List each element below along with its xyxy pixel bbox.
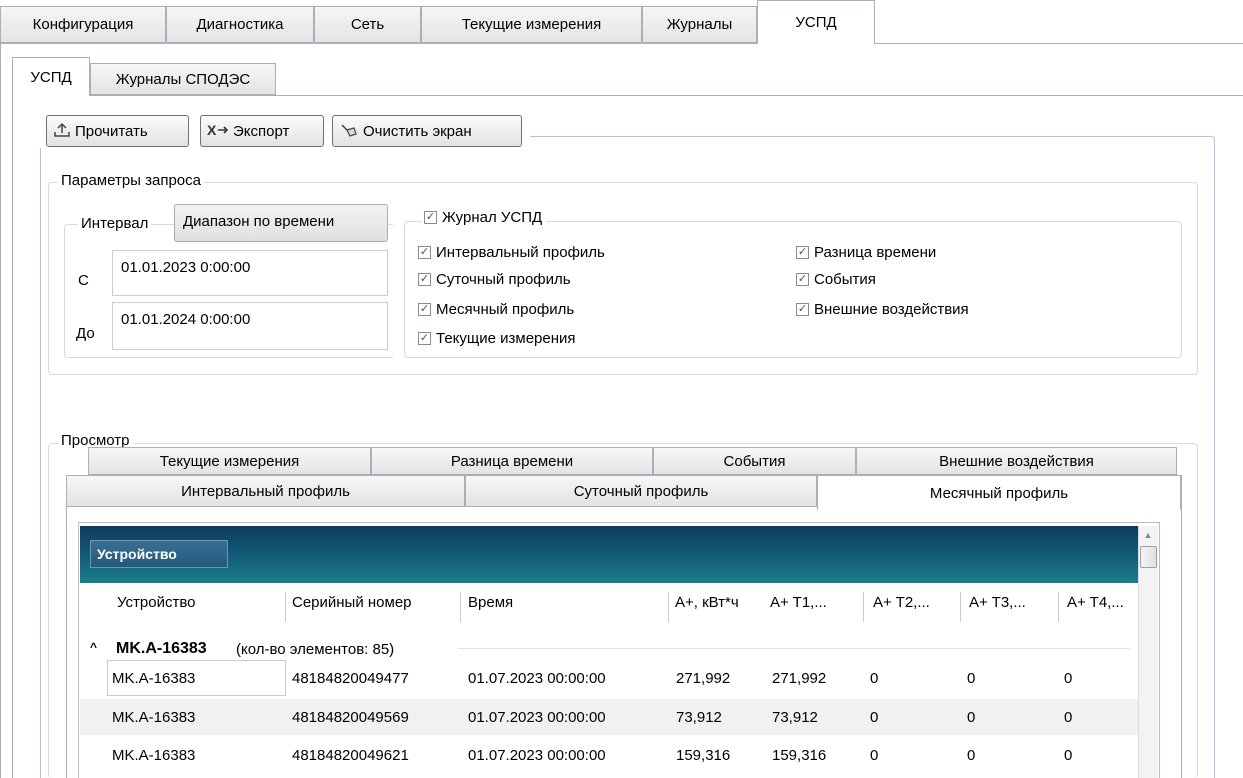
checkbox-label: События [814, 271, 876, 288]
column-header-time[interactable]: Время [468, 594, 513, 611]
column-header-device[interactable]: Устройство [117, 594, 195, 611]
cell-a-plus: 73,912 [676, 709, 722, 726]
checkbox-label: Текущие измерения [436, 330, 576, 347]
clear-screen-button[interactable]: Очистить экран [332, 115, 522, 147]
cell-time: 01.07.2023 00:00:00 [468, 670, 606, 687]
cell-a-plus-t2: 0 [870, 747, 879, 764]
checkbox-monthly-profile[interactable]: ✓ Месячный профиль [418, 301, 574, 318]
cell-a-plus: 271,992 [676, 670, 731, 687]
export-button[interactable]: X Экспорт [200, 115, 324, 147]
checkbox-label: Разница времени [814, 244, 937, 261]
scroll-up-icon[interactable]: ▲ [1142, 530, 1154, 540]
tab-journals[interactable]: Журналы [642, 6, 757, 43]
subtab-uspd[interactable]: УСПД [12, 57, 90, 96]
cell-a-plus: 159,316 [676, 747, 731, 764]
to-date-field[interactable]: 01.01.2024 0:00:00 [112, 302, 388, 350]
view-tab-daily-profile[interactable]: Суточный профиль [465, 475, 817, 507]
eraser-icon [339, 122, 359, 141]
tab-configuration[interactable]: Конфигурация [0, 6, 166, 43]
view-tab-interval-profile[interactable]: Интервальный профиль [66, 475, 465, 507]
checkbox-label: Интервальный профиль [436, 244, 605, 261]
scroll-thumb[interactable] [1140, 546, 1157, 568]
cell-a-plus-t1: 73,912 [772, 709, 818, 726]
export-icon: X [207, 122, 229, 141]
cell-a-plus-t1: 271,992 [772, 670, 827, 687]
checkbox-external-impacts[interactable]: ✓ Внешние воздействия [796, 301, 969, 318]
query-params-legend: Параметры запроса [58, 172, 204, 189]
cell-time: 01.07.2023 00:00:00 [468, 709, 606, 726]
group-by-device-chip[interactable]: Устройство [90, 540, 228, 568]
cell-serial: 48184820049621 [292, 747, 409, 764]
checkbox-daily-profile[interactable]: ✓ Суточный профиль [418, 271, 571, 288]
checkmark-icon: ✓ [418, 332, 431, 345]
tab-diagnostics[interactable]: Диагностика [166, 6, 314, 43]
from-label: С [78, 272, 89, 289]
cell-serial: 48184820049477 [292, 670, 409, 687]
tab-uspd[interactable]: УСПД [757, 0, 875, 44]
export-button-label: Экспорт [233, 122, 290, 140]
cell-a-plus-t4: 0 [1064, 709, 1073, 726]
column-header-a-plus-t3[interactable]: A+ T3,... [969, 594, 1026, 611]
checkmark-icon: ✓ [796, 273, 809, 286]
checkmark-icon: ✓ [418, 246, 431, 259]
table-row[interactable] [80, 699, 1138, 735]
from-date-field[interactable]: 01.01.2023 0:00:00 [112, 250, 388, 296]
checkmark-icon: ✓ [796, 246, 809, 259]
cell-a-plus-t1: 159,316 [772, 747, 827, 764]
cell-a-plus-t2: 0 [870, 709, 879, 726]
view-tab-monthly-profile[interactable]: Месячный профиль [817, 475, 1181, 510]
cell-a-plus-t3: 0 [967, 670, 976, 687]
checkmark-icon: ✓ [796, 303, 809, 316]
view-tab-events[interactable]: События [653, 447, 856, 475]
interval-select[interactable]: Диапазон по времени [174, 204, 388, 242]
cell-device: MK.A-16383 [112, 709, 196, 726]
cell-a-plus-t2: 0 [870, 670, 879, 687]
grid-group-panel [80, 526, 1138, 583]
cell-serial: 48184820049569 [292, 709, 409, 726]
clear-screen-button-label: Очистить экран [363, 122, 472, 140]
checkbox-events[interactable]: ✓ События [796, 271, 876, 288]
tab-network[interactable]: Сеть [314, 6, 421, 43]
subtab-spodes-journals[interactable]: Журналы СПОДЭС [90, 63, 276, 95]
cell-a-plus-t3: 0 [967, 747, 976, 764]
cell-a-plus-t3: 0 [967, 709, 976, 726]
checkmark-icon: ✓ [418, 303, 431, 316]
upload-icon [53, 122, 71, 141]
svg-text:X: X [207, 122, 217, 138]
cell-a-plus-t4: 0 [1064, 747, 1073, 764]
group-row-count: (кол-во элементов: 85) [236, 641, 395, 658]
view-tab-time-difference[interactable]: Разница времени [371, 447, 653, 475]
cell-time: 01.07.2023 00:00:00 [468, 747, 606, 764]
read-button[interactable]: Прочитать [46, 115, 189, 147]
column-header-serial[interactable]: Серийный номер [292, 594, 412, 611]
checkbox-time-difference[interactable]: ✓ Разница времени [796, 244, 936, 261]
column-header-a-plus-t4[interactable]: A+ T4,... [1067, 594, 1124, 611]
checkbox-interval-profile[interactable]: ✓ Интервальный профиль [418, 244, 605, 261]
column-header-a-plus-t2[interactable]: A+ T2,... [873, 594, 930, 611]
tab-current-measurements[interactable]: Текущие измерения [421, 6, 642, 43]
cell-device: MK.A-16383 [112, 747, 196, 764]
checkbox-label: Внешние воздействия [814, 301, 969, 318]
column-header-a-plus-t1[interactable]: A+ T1,... [770, 594, 827, 611]
chevron-up-icon[interactable]: ^ [90, 640, 97, 654]
cell-a-plus-t4: 0 [1064, 670, 1073, 687]
table-row[interactable] [80, 737, 1138, 773]
checkbox-label: Месячный профиль [436, 301, 575, 318]
read-button-label: Прочитать [75, 122, 148, 140]
checkmark-icon: ✓ [424, 211, 437, 224]
checkbox-label: Суточный профиль [436, 271, 571, 288]
view-tab-current-measurements[interactable]: Текущие измерения [88, 447, 371, 475]
cell-device: MK.A-16383 [112, 670, 196, 687]
column-header-a-plus[interactable]: A+, кВт*ч [675, 594, 739, 611]
journal-uspd-label: Журнал УСПД [442, 209, 543, 226]
group-row-name: MK.A-16383 [116, 640, 207, 657]
interval-label: Интервал [78, 215, 152, 232]
checkbox-current-measurements[interactable]: ✓ Текущие измерения [418, 330, 576, 347]
journal-uspd-checkbox[interactable]: ✓ Журнал УСПД [422, 209, 547, 226]
to-label: До [76, 325, 95, 342]
checkmark-icon: ✓ [418, 273, 431, 286]
view-tab-external-impacts[interactable]: Внешние воздействия [856, 447, 1177, 475]
